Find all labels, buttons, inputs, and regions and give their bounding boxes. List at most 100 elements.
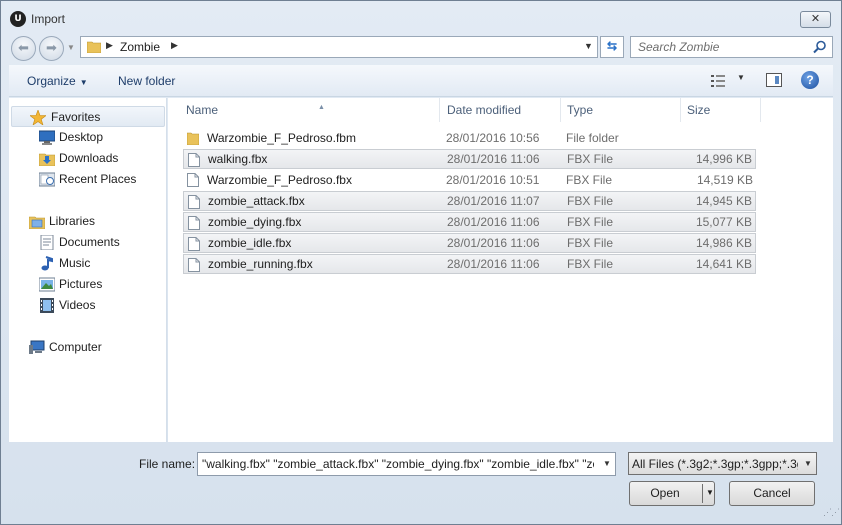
chevron-down-icon: ▼ <box>79 78 88 87</box>
file-name: zombie_dying.fbx <box>208 215 302 229</box>
nav-item-label: Libraries <box>49 214 96 228</box>
file-row[interactable]: zombie_dying.fbx 28/01/2016 11:06 FBX File… <box>183 212 756 232</box>
recent-locations-chevron-down-icon[interactable]: ▼ <box>67 43 75 52</box>
unreal-engine-icon: U <box>10 11 26 27</box>
file-name: Warzombie_F_Pedroso.fbm <box>207 131 356 145</box>
file-type: FBX File <box>567 215 614 229</box>
file-name: zombie_running.fbx <box>208 257 313 271</box>
file-list[interactable]: Name ▲ Date modified Type Size Warzombie… <box>168 98 833 442</box>
address-bar[interactable]: ▶ Zombie ▶ ▼ <box>80 36 598 58</box>
column-header-date-modified[interactable]: Date modified <box>441 98 561 122</box>
breadcrumb-zombie[interactable]: Zombie <box>120 40 160 54</box>
nav-item-favorites[interactable]: Favorites <box>11 106 165 127</box>
column-header-type[interactable]: Type <box>561 98 681 122</box>
file-name: Warzombie_F_Pedroso.fbx <box>207 173 352 187</box>
close-button[interactable]: ✕ <box>800 11 831 28</box>
back-button[interactable]: ⬅ <box>11 36 36 61</box>
breadcrumb-separator-icon[interactable]: ▶ <box>106 40 113 51</box>
file-type: FBX File <box>567 194 614 208</box>
breadcrumb-separator-icon[interactable]: ▶ <box>171 40 178 51</box>
folder-icon <box>187 132 199 145</box>
star-icon <box>30 110 46 125</box>
file-icon <box>188 237 200 251</box>
recent-places-icon <box>39 172 55 187</box>
file-name: walking.fbx <box>208 152 268 166</box>
import-dialog: U Import ✕ ⬅ ➡ ▼ ▶ Zombie ▶ ▼ ⇆ Organize… <box>0 0 842 525</box>
window-title: Import <box>31 12 66 26</box>
file-size: 15,077 KB <box>695 215 752 229</box>
resize-grip-icon[interactable]: ⋰⋰ <box>823 507 840 518</box>
new-folder-button[interactable]: New folder <box>118 74 175 88</box>
file-size: 14,996 KB <box>695 152 752 166</box>
split-divider <box>702 484 703 503</box>
search-box[interactable] <box>630 36 833 58</box>
open-button-label: Open <box>650 486 680 500</box>
file-name: zombie_attack.fbx <box>208 194 305 208</box>
file-type: FBX File <box>567 152 614 166</box>
file-date-modified: 28/01/2016 10:51 <box>446 173 540 187</box>
organize-button[interactable]: Organize ▼ <box>27 74 88 88</box>
file-row[interactable]: zombie_idle.fbx 28/01/2016 11:06 FBX File 1… <box>183 233 756 253</box>
chevron-down-icon[interactable]: ▼ <box>603 459 611 468</box>
column-header-size[interactable]: Size <box>681 98 761 122</box>
nav-item-label: Pictures <box>59 277 103 291</box>
file-date-modified: 28/01/2016 11:07 <box>447 194 540 208</box>
file-row[interactable]: walking.fbx 28/01/2016 11:06 FBX File 14,99… <box>183 149 756 169</box>
column-header-name[interactable]: Name ▲ <box>180 98 440 122</box>
file-row[interactable]: Warzombie_F_Pedroso.fbm 28/01/2016 10:56 F… <box>183 128 756 148</box>
file-icon <box>187 173 199 187</box>
file-date-modified: 28/01/2016 11:06 <box>447 236 540 250</box>
change-view-button[interactable]: ▼ <box>711 73 749 89</box>
organize-label: Organize <box>27 74 76 88</box>
folder-icon <box>87 41 101 53</box>
preview-pane-button[interactable] <box>766 73 782 87</box>
file-row[interactable]: zombie_running.fbx 28/01/2016 11:06 FBX Fi… <box>183 254 756 274</box>
file-size: 14,641 KB <box>695 257 752 271</box>
downloads-icon <box>39 153 55 166</box>
nav-item-label: Desktop <box>59 130 104 144</box>
chevron-down-icon: ▼ <box>737 73 745 82</box>
command-bar: Organize ▼ New folder ▼ ? <box>9 65 833 97</box>
file-row[interactable]: zombie_attack.fbx 28/01/2016 11:07 FBX Fil… <box>183 191 756 211</box>
file-type: FBX File <box>567 257 614 271</box>
search-input[interactable] <box>634 39 809 55</box>
file-row[interactable]: Warzombie_F_Pedroso.fbx 28/01/2016 10:51 F… <box>183 170 756 190</box>
file-type: FBX File <box>566 173 613 187</box>
chevron-down-icon: ▼ <box>804 459 812 468</box>
open-options-chevron-down-icon[interactable]: ▼ <box>706 488 714 497</box>
file-type: File folder <box>566 131 619 145</box>
file-name: zombie_idle.fbx <box>208 236 292 250</box>
file-type-filter-value: All Files (*.3g2;*.3gp;*.3gpp;*.3g <box>632 457 798 471</box>
nav-item-label: Videos <box>59 298 96 312</box>
file-date-modified: 28/01/2016 11:06 <box>447 215 540 229</box>
desktop-icon <box>39 130 55 145</box>
file-size: 14,519 KB <box>696 173 753 187</box>
nav-item-label: Favorites <box>51 110 101 124</box>
nav-item-label: Music <box>59 256 91 270</box>
videos-icon <box>40 298 54 313</box>
navigation-pane: Favorites Desktop Downloads Recent Place… <box>9 98 167 442</box>
file-date-modified: 28/01/2016 11:06 <box>447 257 540 271</box>
file-type: FBX File <box>567 236 614 250</box>
help-button[interactable]: ? <box>801 71 819 89</box>
file-name-input[interactable] <box>198 453 598 475</box>
cancel-button[interactable]: Cancel <box>729 481 815 506</box>
pictures-icon <box>39 277 55 292</box>
title-bar: U Import ✕ <box>1 1 841 33</box>
sort-ascending-icon: ▲ <box>318 104 325 111</box>
file-size: 14,945 KB <box>695 194 752 208</box>
file-icon <box>188 195 200 209</box>
file-icon <box>188 153 200 167</box>
refresh-button[interactable]: ⇆ <box>600 36 624 58</box>
nav-item-label: Documents <box>59 235 120 249</box>
file-name-combo[interactable]: ▼ <box>197 452 616 476</box>
details-view-icon <box>711 75 725 87</box>
address-dropdown-icon[interactable]: ▼ <box>584 41 593 51</box>
file-type-filter-select[interactable]: All Files (*.3g2;*.3gp;*.3gpp;*.3g ▼ <box>628 452 817 475</box>
file-date-modified: 28/01/2016 10:56 <box>446 131 540 145</box>
forward-button[interactable]: ➡ <box>39 36 64 61</box>
nav-item-label: Downloads <box>59 151 119 165</box>
open-button[interactable]: Open ▼ <box>629 481 715 506</box>
search-icon[interactable] <box>813 40 827 54</box>
file-icon <box>188 258 200 272</box>
